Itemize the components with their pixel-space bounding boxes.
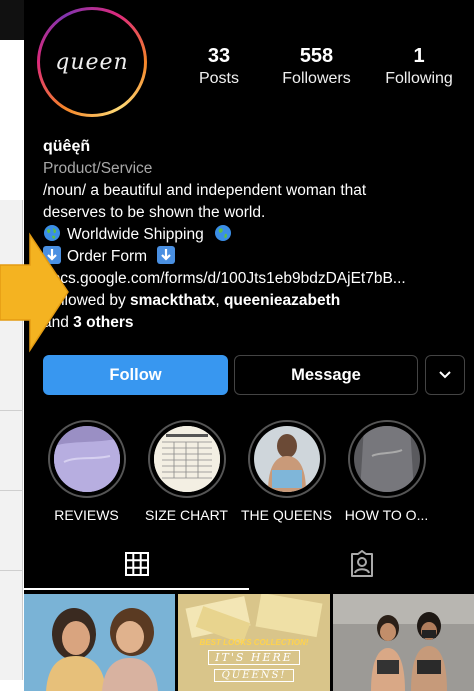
highlight-how-to-order[interactable]: HOW TO O... [339,420,434,523]
posts-stat: 33 Posts [184,44,254,90]
post-image-two-women [24,594,175,691]
tab-posts-grid[interactable] [24,540,249,590]
highlight-the-queens[interactable]: THE QUEENS [239,420,334,523]
globe-icon [215,225,232,241]
followers-stat[interactable]: 558 Followers [269,44,364,90]
down-arrow-icon [157,246,176,264]
post-overlay-line-1: BEST LOOKS COLLECTION! [199,638,309,647]
suggested-accounts-button[interactable] [425,355,465,395]
highlight-reviews[interactable]: REVIEWS [39,420,134,523]
highlight-label: THE QUEENS [240,507,332,523]
post-image-gym-selfie [333,594,474,691]
tagged-icon [350,550,373,577]
bio-shipping-text: Worldwide Shipping [67,226,204,243]
background-window-edge [0,0,24,40]
followed-others-link[interactable]: 3 others [73,314,133,331]
tab-tagged[interactable] [249,540,474,588]
bio-line-2: deserves to be shown the world. [43,204,266,221]
story-highlights: REVIEWS SIZE CHART THE QUEENS HOW TO O..… [39,420,474,523]
highlight-label: SIZE CHART [145,507,228,523]
followed-by-others: and 3 others [43,312,468,334]
followed-user-1[interactable]: smackthatx [130,292,215,309]
highlight-size-chart-image [153,426,220,492]
profile-name: qüêęñ [43,138,91,155]
bio-order-text: Order Form [67,248,148,265]
post-overlay-line-3: QUEENS! [214,669,294,682]
followed-by: Followed by smackthatx, queenieazabeth [43,290,468,312]
posts-count: 33 [207,45,231,67]
post-thumbnail[interactable]: BEST LOOKS COLLECTION! IT'S HERE QUEENS! [178,594,330,691]
profile-actions: Follow Message [43,355,468,395]
profile-category: Product/Service [43,160,153,177]
posts-label: Posts [198,70,239,87]
following-stat[interactable]: 1 Following [374,44,464,90]
avatar-logo-text: queen [55,49,129,75]
bio-line-1: /noun/ a beautiful and independent woman… [43,182,367,199]
following-label: Following [385,70,453,87]
followed-separator: , [215,292,224,309]
follow-button[interactable]: Follow [43,355,228,395]
profile-tabs [24,540,474,590]
posts-grid: BEST LOOKS COLLECTION! IT'S HERE QUEENS! [24,594,474,691]
following-count: 1 [413,45,425,67]
post-overlay-text: BEST LOOKS COLLECTION! IT'S HERE QUEENS! [178,638,330,682]
arrow-annotation-icon [0,232,69,353]
bio-line-4: Order Form [43,246,468,268]
highlight-label: HOW TO O... [344,507,429,523]
chevron-down-icon [439,371,451,379]
post-overlay-line-2: IT'S HERE [208,650,300,665]
followers-label: Followers [282,70,351,87]
post-thumbnail[interactable] [24,594,175,691]
grid-icon [124,552,149,576]
highlight-reviews-image [53,426,120,492]
bio-line-3: Worldwide Shipping [43,224,468,246]
followed-user-2[interactable]: queenieazabeth [224,292,340,309]
highlight-size-chart[interactable]: SIZE CHART [139,420,234,523]
highlight-the-queens-image [253,426,320,492]
profile-bio: qüêęñ Product/Service /noun/ a beautiful… [43,136,468,334]
followers-count: 558 [299,45,334,67]
highlight-how-to-order-image [353,426,420,492]
profile-avatar[interactable]: queen [37,7,147,117]
instagram-profile-screen: queen 33 Posts 558 Followers 1 Following… [24,0,474,691]
profile-link[interactable]: docs.google.com/forms/d/100Jts1eb9bdzDAj… [43,268,468,290]
message-button[interactable]: Message [234,355,418,395]
highlight-label: REVIEWS [54,507,119,523]
post-thumbnail[interactable] [333,594,474,691]
